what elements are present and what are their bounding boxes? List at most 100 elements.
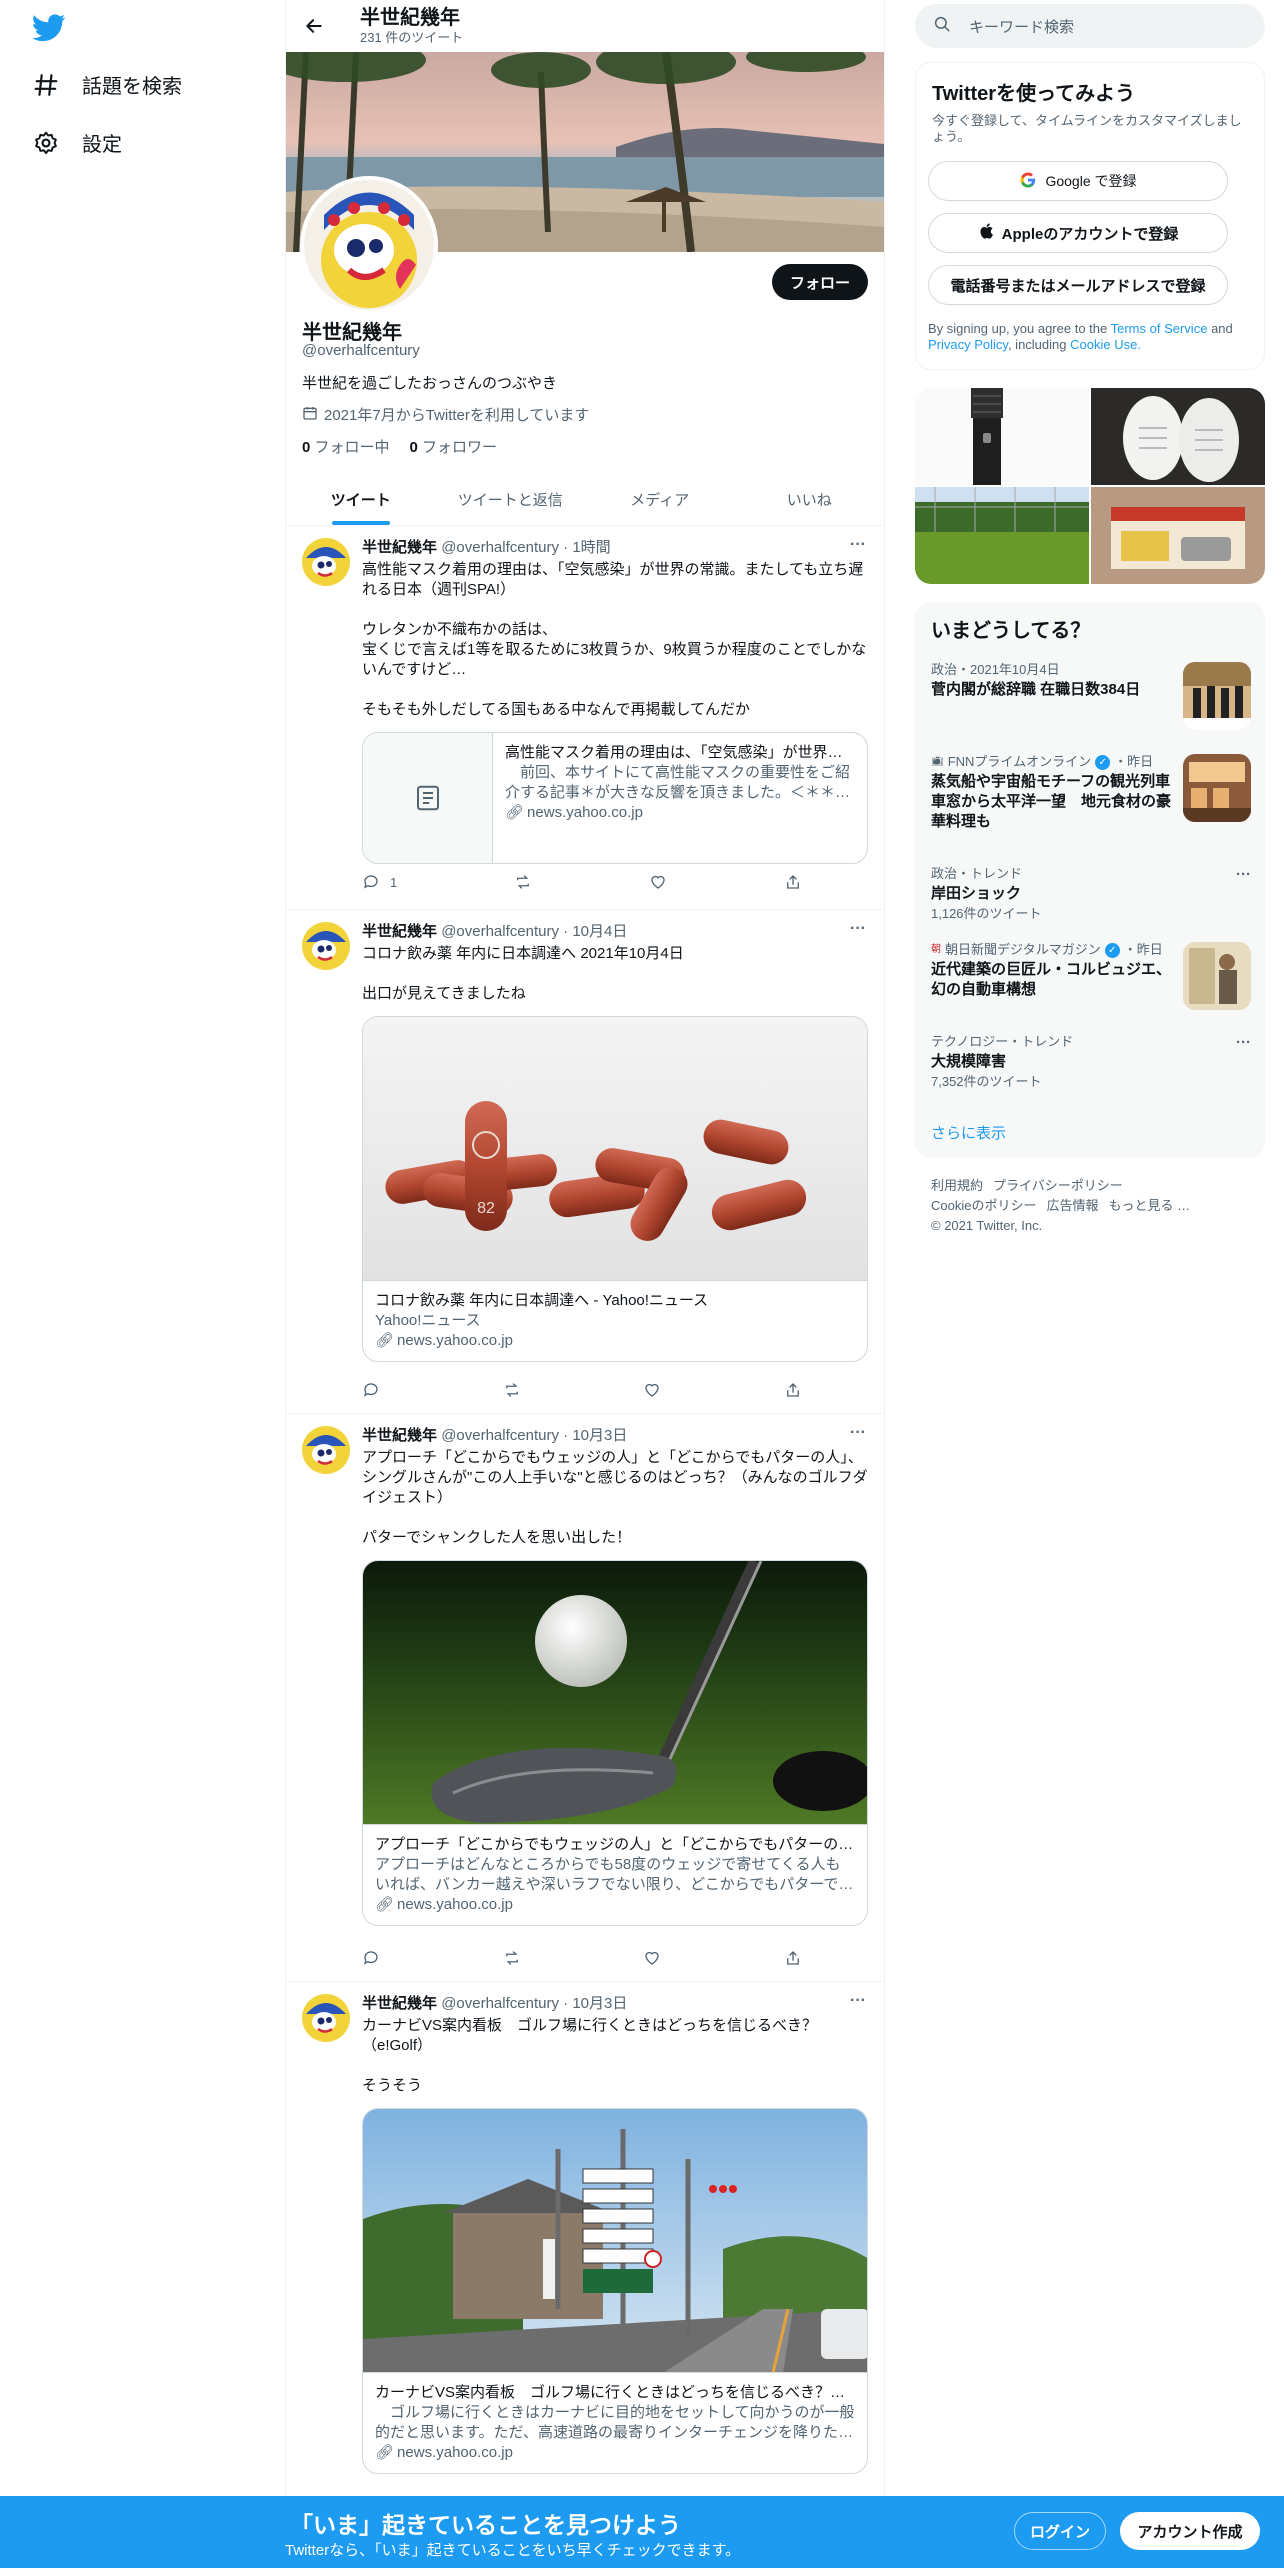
tweet-author-handle[interactable]: @overhalfcentury bbox=[441, 1995, 559, 2012]
more-options-icon[interactable]: ··· bbox=[1236, 866, 1251, 883]
footer-link-privacy[interactable]: プライバシーポリシー bbox=[993, 1178, 1123, 1193]
share-button[interactable] bbox=[784, 1380, 802, 1400]
media-thumb-field[interactable] bbox=[915, 487, 1089, 584]
header-profile-name: 半世紀幾年 bbox=[360, 7, 460, 29]
like-button[interactable] bbox=[643, 1948, 661, 1968]
tweet-text: 高性能マスク着用の理由は、「空気感染」が世界の常識。またしても立ち遅れる日本（週… bbox=[362, 561, 867, 718]
bottombar-subtitle: Twitterなら、「いま」起きていることをいち早くチェックできます。 bbox=[285, 2542, 741, 2559]
tweet-text: コロナ飲み薬 年内に日本調達へ 2021年10月4日 出口が見えてきましたね bbox=[362, 945, 684, 1002]
tweet-author-name[interactable]: 半世紀幾年 bbox=[362, 1427, 437, 1444]
footer-link-terms[interactable]: 利用規約 bbox=[931, 1178, 983, 1193]
terms-link[interactable]: Terms of Service bbox=[1111, 321, 1208, 336]
signup-button[interactable]: アカウント作成 bbox=[1120, 2512, 1260, 2550]
tweet-actions bbox=[362, 1948, 802, 1968]
card-title: カーナビVS案内看板 ゴルフ場に行くときはどっちを信じるべき？（e!Golf） bbox=[375, 2384, 855, 2401]
back-arrow-icon[interactable] bbox=[300, 12, 328, 40]
followers-link[interactable]: 0 フォロワー bbox=[410, 436, 498, 457]
search-input[interactable]: キーワード検索 bbox=[915, 4, 1265, 48]
like-button[interactable] bbox=[649, 872, 667, 892]
tweet-text: アプローチ「どこからでもウェッジの人」と「どこからでもパターの人」、シングルさん… bbox=[362, 1449, 868, 1546]
tweet-time[interactable]: 10月3日 bbox=[572, 1995, 627, 2012]
reply-button[interactable] bbox=[362, 1380, 380, 1400]
apple-signup-button[interactable]: Appleのアカウントで登録 bbox=[928, 213, 1228, 253]
reply-button[interactable] bbox=[362, 1948, 380, 1968]
footer-link-cookies[interactable]: Cookieのポリシー bbox=[931, 1198, 1036, 1213]
trend-item[interactable]: 政治・2021年10月4日 菅内閣が総辞職 在職日数384日 bbox=[931, 662, 1251, 732]
link-card[interactable]: アプローチ「どこからでもウェッジの人」と「どこからでもパターの人」、シングルさん… bbox=[362, 1560, 868, 1926]
cookie-link[interactable]: Cookie Use. bbox=[1070, 337, 1141, 352]
phone-email-signup-button[interactable]: 電話番号またはメールアドレスで登録 bbox=[928, 265, 1228, 305]
media-thumb-shoes[interactable] bbox=[1091, 388, 1265, 485]
trend-thumbnail bbox=[1183, 942, 1251, 1010]
retweet-icon bbox=[505, 1383, 518, 1397]
tweet-avatar[interactable] bbox=[302, 1426, 350, 1474]
follow-button[interactable]: フォロー bbox=[771, 264, 868, 300]
trend-item[interactable]: 朝朝日新聞デジタルマガジン ✓ ・昨日 近代建築の巨匠ル・コルビュジエ、幻の自動車構… bbox=[931, 942, 1251, 1022]
verified-badge-icon: ✓ bbox=[1104, 942, 1120, 958]
trend-item[interactable]: テクノロジー・トレンド 大規模障害 7,352件のツイート ··· bbox=[931, 1034, 1251, 1094]
tweet-author-handle[interactable]: @overhalfcentury bbox=[441, 539, 559, 556]
trend-item[interactable]: 政治・トレンド 岸田ショック 1,126件のツイート ··· bbox=[931, 866, 1251, 926]
link-card[interactable]: 82 コロナ飲み薬 年内に日本調達へ - Yahoo!ニュース Yahoo!ニュ… bbox=[362, 1016, 868, 1362]
profile-header-bar: 半世紀幾年 231 件のツイート bbox=[286, 0, 884, 52]
tweet-avatar[interactable] bbox=[302, 1994, 350, 2042]
trend-item[interactable]: 📺︎ FNNプライムオンライン ✓ ・昨日 蒸気船や宇宙船モチーフの観光列車 車窓から… bbox=[931, 754, 1251, 844]
media-thumb-box[interactable] bbox=[1091, 487, 1265, 584]
tab-tweets[interactable]: ツイート bbox=[286, 474, 436, 525]
signup-title: Twitterを使ってみよう bbox=[932, 83, 1136, 105]
tweet-author-handle[interactable]: @overhalfcentury bbox=[441, 1427, 559, 1444]
tweet-time[interactable]: 1時間 bbox=[572, 539, 610, 556]
tweet-author-handle[interactable]: @overhalfcentury bbox=[441, 923, 559, 940]
link-card[interactable]: カーナビVS案内看板 ゴルフ場に行くときはどっちを信じるべき？（e!Golf） … bbox=[362, 2108, 868, 2474]
nav-settings[interactable]: 設定 bbox=[32, 128, 122, 157]
tab-media[interactable]: メディア bbox=[585, 474, 735, 525]
media-thumb-microphone[interactable] bbox=[915, 388, 1089, 485]
link-card[interactable]: 高性能マスク着用の理由は、「空気感染」が世界の常識。またしても立ち遅れる日本 前… bbox=[362, 732, 868, 864]
profile-avatar[interactable] bbox=[300, 176, 438, 314]
privacy-link[interactable]: Privacy Policy bbox=[928, 337, 1008, 352]
share-button[interactable] bbox=[784, 1948, 802, 1968]
tab-likes[interactable]: いいね bbox=[735, 474, 885, 525]
nav-explore[interactable]: 話題を検索 bbox=[32, 70, 182, 99]
google-icon bbox=[1019, 171, 1037, 192]
heart-icon bbox=[651, 875, 665, 889]
signup-subtitle: 今すぐ登録して、タイムラインをカスタマイズしましょう。 bbox=[932, 113, 1242, 144]
retweet-icon bbox=[517, 875, 530, 889]
retweet-button[interactable] bbox=[503, 1948, 521, 1968]
tweet-time[interactable]: 10月3日 bbox=[572, 1427, 627, 1444]
tweet[interactable]: ··· 半世紀幾年 @overhalfcentury · 10月4日 コロナ飲み… bbox=[286, 910, 884, 1414]
tweet-actions: 1 bbox=[362, 872, 802, 892]
tab-tweets-and-replies[interactable]: ツイートと返信 bbox=[436, 474, 586, 525]
tweet-avatar[interactable] bbox=[302, 538, 350, 586]
tweet[interactable]: ··· 半世紀幾年 @overhalfcentury · 10月3日 アプローチ… bbox=[286, 1414, 884, 1982]
more-options-icon[interactable]: ··· bbox=[1236, 1034, 1251, 1051]
reply-button[interactable]: 1 bbox=[362, 872, 397, 892]
card-title: 高性能マスク着用の理由は、「空気感染」が世界の常識。またしても立ち遅れる日本 bbox=[505, 744, 855, 761]
bottombar-title: 「いま」起きていることを見つけよう bbox=[290, 2512, 681, 2538]
footer-link-more[interactable]: もっと見る … bbox=[1108, 1198, 1190, 1213]
footer-link-ads[interactable]: 広告情報 bbox=[1046, 1198, 1098, 1213]
tweet[interactable]: ··· 半世紀幾年 @overhalfcentury · 1時間 高性能マスク着… bbox=[286, 526, 884, 910]
show-more-link[interactable]: さらに表示 bbox=[931, 1122, 1006, 1143]
retweet-button[interactable] bbox=[503, 1380, 521, 1400]
tweet-author-name[interactable]: 半世紀幾年 bbox=[362, 539, 437, 556]
trend-name: 蒸気船や宇宙船モチーフの観光列車 車窓から太平洋一望 地元食材の豪華料理も bbox=[931, 773, 1186, 830]
retweet-button[interactable] bbox=[514, 872, 532, 892]
like-button[interactable] bbox=[643, 1380, 661, 1400]
twitter-logo-icon[interactable] bbox=[32, 14, 68, 44]
following-link[interactable]: 0 フォロー中 bbox=[302, 436, 390, 457]
trend-name: 岸田ショック bbox=[931, 885, 1022, 902]
tweet-author-name[interactable]: 半世紀幾年 bbox=[362, 1995, 437, 2012]
tweet-avatar[interactable] bbox=[302, 922, 350, 970]
trends-panel: いまどうしてる？ 政治・2021年10月4日 菅内閣が総辞職 在職日数384日 … bbox=[915, 602, 1265, 1158]
capsules-image: 82 bbox=[363, 1017, 867, 1281]
login-button[interactable]: ログイン bbox=[1014, 2512, 1106, 2550]
trends-title: いまどうしてる？ bbox=[931, 620, 1091, 642]
tweet-author-name[interactable]: 半世紀幾年 bbox=[362, 923, 437, 940]
tweet[interactable]: ··· 半世紀幾年 @overhalfcentury · 10月3日 カーナビV… bbox=[286, 1982, 884, 2512]
share-button[interactable] bbox=[784, 872, 802, 892]
trend-name: 大規模障害 bbox=[931, 1053, 1007, 1070]
google-signup-button[interactable]: Google で登録 bbox=[928, 161, 1228, 201]
card-domain: news.yahoo.co.jp bbox=[397, 2444, 513, 2461]
tweet-time[interactable]: 10月4日 bbox=[572, 923, 627, 940]
